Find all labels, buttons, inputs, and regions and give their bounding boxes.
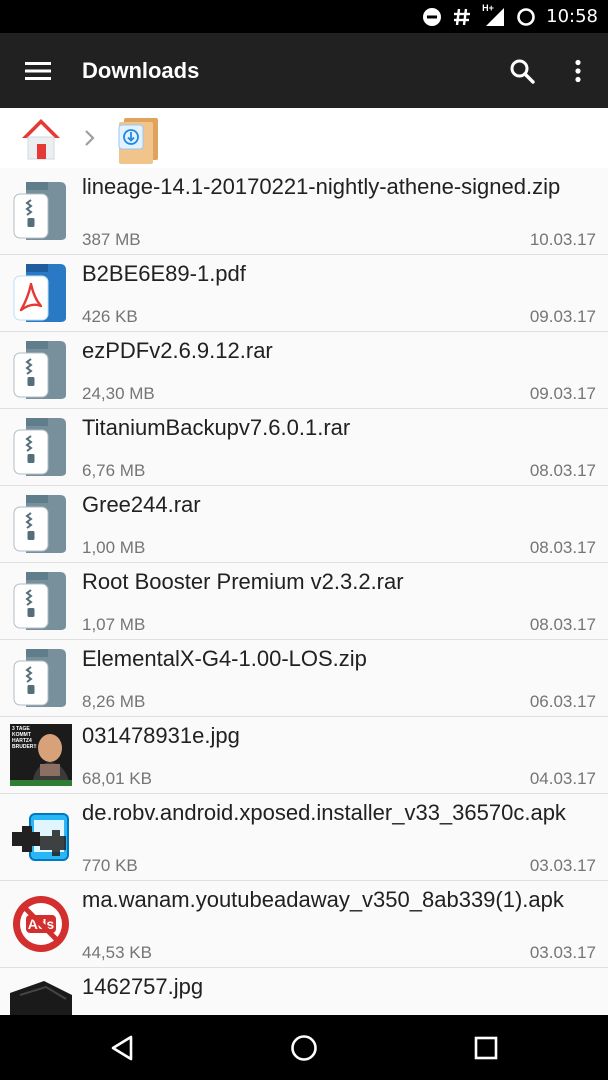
file-name: de.robv.android.xposed.installer_v33_365… xyxy=(82,800,566,825)
menu-button[interactable] xyxy=(14,47,62,95)
file-row[interactable]: TitaniumBackupv7.6.0.1.rar 6,76 MB 08.03… xyxy=(0,409,608,486)
archive-icon xyxy=(13,495,66,553)
xposed-app-icon xyxy=(12,813,69,861)
file-size: 24,30 MB xyxy=(82,384,155,403)
archive-icon xyxy=(13,418,66,476)
file-row[interactable]: ezPDFv2.6.9.12.rar 24,30 MB 09.03.17 xyxy=(0,332,608,409)
file-name: lineage-14.1-20170221-nightly-athene-sig… xyxy=(82,174,561,199)
file-row[interactable]: de.robv.android.xposed.installer_v33_365… xyxy=(0,794,608,881)
navigation-bar xyxy=(0,1015,608,1080)
file-list: lineage-14.1-20170221-nightly-athene-sig… xyxy=(0,168,608,1015)
file-date: 04.03.17 xyxy=(529,769,596,788)
file-row[interactable]: 1462757.jpg xyxy=(0,968,608,1015)
search-icon xyxy=(510,59,535,84)
recents-button[interactable] xyxy=(461,1023,511,1073)
file-name: 1462757.jpg xyxy=(82,974,204,999)
back-button[interactable] xyxy=(97,1023,147,1073)
status-icons: H+ 10:58 xyxy=(422,0,598,33)
home-icon[interactable] xyxy=(18,116,64,162)
file-name: B2BE6E89-1.pdf xyxy=(82,261,246,286)
file-name: ma.wanam.youtubeadaway_v350_8ab339(1).ap… xyxy=(82,887,564,912)
file-date: 08.03.17 xyxy=(529,615,596,634)
file-size: 68,01 KB xyxy=(82,769,152,788)
file-row[interactable]: Ads ma.wanam.youtubeadaway_v350_8ab339(1… xyxy=(0,881,608,968)
file-row[interactable]: ElementalX-G4-1.00-LOS.zip 8,26 MB 06.03… xyxy=(0,640,608,717)
file-date: 03.03.17 xyxy=(529,943,596,962)
file-name: Root Booster Premium v2.3.2.rar xyxy=(82,569,404,594)
file-row[interactable]: B2BE6E89-1.pdf 426 KB 09.03.17 xyxy=(0,255,608,332)
file-name: ezPDFv2.6.9.12.rar xyxy=(82,338,273,363)
file-size: 426 KB xyxy=(82,307,138,326)
clock: 10:58 xyxy=(546,6,598,27)
do-not-disturb-icon xyxy=(423,7,442,26)
archive-icon xyxy=(13,182,66,240)
archive-icon xyxy=(13,572,66,630)
hash-icon xyxy=(454,8,471,25)
archive-icon xyxy=(13,341,66,399)
battery-icon xyxy=(517,7,535,26)
file-name: 031478931e.jpg xyxy=(82,723,240,748)
chevron-right-icon xyxy=(85,130,95,146)
overflow-menu-button[interactable] xyxy=(554,47,602,95)
no-ads-app-icon: Ads xyxy=(10,893,72,955)
file-date: 10.03.17 xyxy=(529,230,596,249)
app-bar: Downloads xyxy=(0,33,608,108)
file-size: 1,07 MB xyxy=(82,615,146,634)
file-size: 44,53 KB xyxy=(82,943,152,962)
file-date: 09.03.17 xyxy=(529,384,596,403)
file-size: 770 KB xyxy=(82,856,138,875)
hamburger-menu-icon xyxy=(25,62,51,80)
file-date: 03.03.17 xyxy=(529,856,596,875)
file-date: 08.03.17 xyxy=(529,461,596,480)
file-name: Gree244.rar xyxy=(82,492,201,517)
network-type-label: H+ xyxy=(482,2,494,13)
file-date: 06.03.17 xyxy=(529,692,596,711)
search-button[interactable] xyxy=(498,47,546,95)
file-size: 8,26 MB xyxy=(82,692,146,711)
breadcrumb xyxy=(0,108,608,169)
file-date: 09.03.17 xyxy=(529,307,596,326)
file-size: 1,00 MB xyxy=(82,538,146,557)
home-button[interactable] xyxy=(279,1023,329,1073)
more-vert-icon xyxy=(575,59,581,83)
file-row[interactable]: lineage-14.1-20170221-nightly-athene-sig… xyxy=(0,168,608,255)
recents-square-icon xyxy=(474,1036,498,1060)
file-name: ElementalX-G4-1.00-LOS.zip xyxy=(82,646,367,671)
file-row[interactable]: Gree244.rar 1,00 MB 08.03.17 xyxy=(0,486,608,563)
downloads-folder-icon[interactable] xyxy=(112,116,162,164)
file-date: 08.03.17 xyxy=(529,538,596,557)
archive-icon xyxy=(13,649,66,707)
page-title: Downloads xyxy=(82,58,200,83)
file-row[interactable]: 3 Tage KOMMT HARTZ4 BRUDER!! 031478931e.… xyxy=(0,717,608,794)
image-thumbnail: 3 Tage KOMMT HARTZ4 BRUDER!! xyxy=(10,724,72,786)
back-triangle-icon xyxy=(111,1035,133,1061)
status-bar: H+ 10:58 xyxy=(0,0,608,33)
pdf-icon xyxy=(13,264,66,322)
file-row[interactable]: Root Booster Premium v2.3.2.rar 1,07 MB … xyxy=(0,563,608,640)
home-circle-icon xyxy=(291,1035,317,1061)
file-name: TitaniumBackupv7.6.0.1.rar xyxy=(82,415,351,440)
image-thumbnail xyxy=(10,975,72,1015)
file-size: 387 MB xyxy=(82,230,141,249)
signal-icon: H+ xyxy=(482,2,506,28)
file-size: 6,76 MB xyxy=(82,461,146,480)
